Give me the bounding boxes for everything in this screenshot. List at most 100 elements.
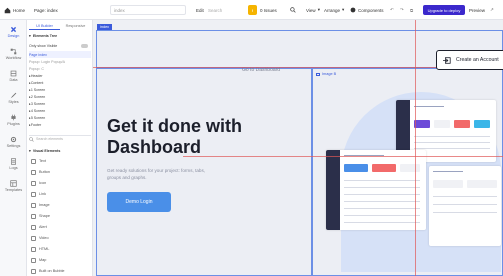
stat-card-purple xyxy=(414,120,430,128)
table-line xyxy=(414,148,490,149)
visual-elements-header[interactable]: ▾ Visual Elements xyxy=(29,147,91,154)
plug-icon xyxy=(11,114,16,121)
tab-ui-builder[interactable]: UI Builder xyxy=(29,22,60,30)
nav-settings[interactable]: Settings xyxy=(0,132,27,152)
element-icon[interactable]: Icon xyxy=(29,178,91,188)
create-account-button[interactable]: Create an Account xyxy=(436,50,503,70)
left-navigation: Design Workflow Data Styles Plugins Sett… xyxy=(0,20,27,276)
page-dropdown[interactable]: index xyxy=(110,5,186,15)
workflow-icon xyxy=(10,48,17,55)
nav-workflow[interactable]: Workflow xyxy=(0,44,27,64)
tree-item-popup-c[interactable]: Popup: C xyxy=(29,65,91,72)
nav-logs[interactable]: Logs xyxy=(0,154,27,174)
external-link-icon[interactable]: ↗ xyxy=(490,5,494,15)
shape-icon xyxy=(31,213,36,219)
table-line xyxy=(344,208,420,209)
element-html[interactable]: HTML xyxy=(29,244,91,254)
tree-item-popup-login[interactable]: Popup: Login Popup/A xyxy=(29,58,91,65)
database-icon xyxy=(10,70,17,77)
tree-item-page[interactable]: Page index xyxy=(29,51,91,58)
nav-templates[interactable]: Templates xyxy=(0,176,27,196)
element-video[interactable]: Video xyxy=(29,233,91,243)
guide-line-vertical xyxy=(415,20,416,276)
arrange-menu[interactable]: Arrange ▾ xyxy=(324,5,344,15)
components-button[interactable]: Components xyxy=(350,5,384,15)
tab-responsive[interactable]: Responsive xyxy=(60,22,91,30)
dashboard-title-line xyxy=(414,106,444,107)
stat-card-blue xyxy=(474,120,490,128)
tree-item-screen-1[interactable]: ▸ 1 Screen xyxy=(29,86,91,93)
issues-label[interactable]: 0 Issues xyxy=(260,5,277,15)
log-icon xyxy=(11,158,16,165)
nav-data[interactable]: Data xyxy=(0,66,27,86)
editor-canvas[interactable]: index Go to Dashboard Image B Get it don… xyxy=(93,20,503,276)
table-line xyxy=(344,194,420,195)
stat-card-light xyxy=(434,120,450,128)
element-shape[interactable]: Shape xyxy=(29,211,91,221)
search-input[interactable]: Search xyxy=(208,5,244,15)
copy-icon[interactable]: ⧉ xyxy=(410,5,413,15)
redo-icon[interactable]: ↷ xyxy=(400,5,404,15)
tree-item-screen-4[interactable]: ▸ 4 Screen xyxy=(29,107,91,114)
table-line xyxy=(344,222,420,223)
elements-panel: UI Builder Responsive ▾ Elements Tree On… xyxy=(27,20,93,276)
element-text[interactable]: Text xyxy=(29,156,91,166)
tree-item-screen-3[interactable]: ▸ 3 Screen xyxy=(29,100,91,107)
home-icon xyxy=(4,7,11,13)
elements-tree-header[interactable]: ▾ Elements Tree xyxy=(29,32,91,39)
preview-button[interactable]: Preview xyxy=(469,5,485,15)
guide-line-horizontal xyxy=(183,156,503,157)
video-icon xyxy=(31,235,36,241)
issues-badge[interactable]: ! xyxy=(248,5,257,15)
components-icon xyxy=(350,7,356,13)
login-icon xyxy=(443,56,451,64)
dashboard-preview-middle xyxy=(326,150,426,230)
undo-icon[interactable]: ↶ xyxy=(390,5,394,15)
table-line xyxy=(344,180,420,181)
nav-styles[interactable]: Styles xyxy=(0,88,27,108)
element-map[interactable]: Map xyxy=(29,255,91,265)
dashboard-sidebar xyxy=(326,150,340,230)
chevron-down-icon: ▾ xyxy=(317,7,320,12)
table-line xyxy=(344,215,420,216)
stat-card-light xyxy=(400,164,420,172)
search-icon xyxy=(29,136,34,142)
home-button[interactable]: Home xyxy=(4,5,25,15)
toggle-switch[interactable] xyxy=(81,43,88,48)
alert-icon xyxy=(31,224,36,230)
tree-item-screen-2[interactable]: ▸ 2 Screen xyxy=(29,93,91,100)
bubble-icon xyxy=(31,268,36,274)
view-menu[interactable]: View ▾ xyxy=(306,5,320,15)
link-icon xyxy=(31,191,36,197)
chevron-down-icon: ▾ xyxy=(342,7,345,12)
element-link[interactable]: Link xyxy=(29,189,91,199)
tree-item-content[interactable]: ▸ Content xyxy=(29,79,91,86)
table-line xyxy=(344,187,420,188)
zoom-icon[interactable] xyxy=(290,5,296,15)
page-selector[interactable]: Page: index xyxy=(34,5,58,15)
table-line xyxy=(414,136,490,137)
tree-item-header[interactable]: ▸ Header xyxy=(29,72,91,79)
button-icon xyxy=(31,169,36,175)
code-icon xyxy=(31,246,36,252)
goto-dashboard-link[interactable]: Go to Dashboard xyxy=(242,67,280,73)
demo-login-button[interactable]: Demo Login xyxy=(107,192,171,212)
stat-card-red xyxy=(372,164,396,172)
map-icon xyxy=(31,257,36,263)
element-built-on-bubble[interactable]: Built on Bubble xyxy=(29,266,91,276)
edit-menu[interactable]: Edit xyxy=(196,5,204,15)
stat-card-light xyxy=(433,180,463,188)
element-button[interactable]: Button xyxy=(29,167,91,177)
only-visible-toggle[interactable]: Only show Visible xyxy=(29,42,91,49)
element-search-input[interactable]: Search elements xyxy=(29,135,91,142)
tree-item-screen-5[interactable]: ▸ 5 Screen xyxy=(29,114,91,121)
dashboard-title-line xyxy=(433,171,463,172)
upgrade-button[interactable]: Upgrade to deploy xyxy=(423,5,465,15)
stat-card-light xyxy=(467,180,497,188)
element-alert[interactable]: Alert xyxy=(29,222,91,232)
nav-plugins[interactable]: Plugins xyxy=(0,110,27,130)
element-image[interactable]: Image xyxy=(29,200,91,210)
tree-item-footer[interactable]: ▸ Footer xyxy=(29,121,91,128)
nav-design[interactable]: Design xyxy=(0,22,27,42)
hero-subtext: Get ready solutions for your project: fo… xyxy=(107,168,206,180)
